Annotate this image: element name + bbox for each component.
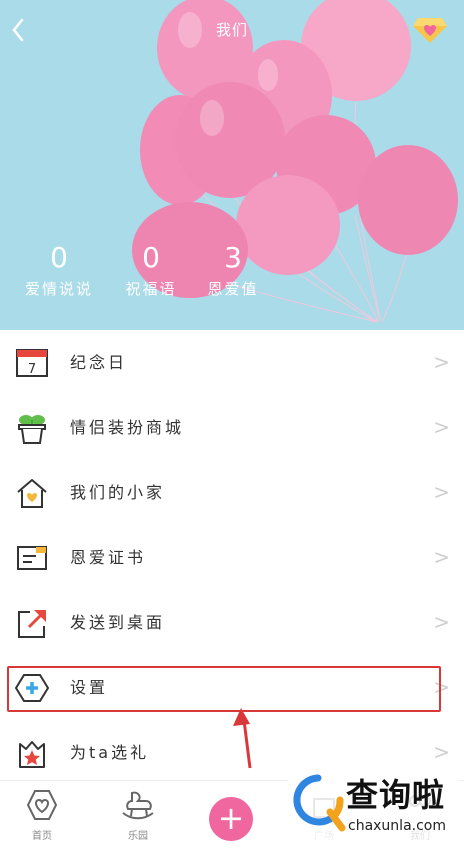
stat-love-points[interactable]: 3 恩爱值 xyxy=(178,240,288,300)
tab-label: 首页 xyxy=(32,831,52,842)
vip-button[interactable] xyxy=(412,14,448,44)
certificate-icon xyxy=(17,546,47,570)
share-arrow-icon xyxy=(18,610,46,638)
search-logo-icon xyxy=(293,774,346,832)
tab-label: 乐园 xyxy=(128,831,148,842)
heart-frame-icon xyxy=(26,790,58,820)
chevron-right-icon: > xyxy=(433,350,450,374)
add-button[interactable]: + xyxy=(209,797,253,841)
stat-value: 3 xyxy=(224,241,242,274)
calendar-day: 7 xyxy=(28,362,36,377)
annotation-arrow-icon xyxy=(233,708,252,769)
menu-item-label: 恩爱证书 xyxy=(70,548,147,567)
tab-park[interactable]: 乐园 xyxy=(106,789,170,842)
annotation-highlight-box xyxy=(7,666,441,712)
menu-item-label: 情侣装扮商城 xyxy=(70,418,185,437)
menu-item-love-certificate[interactable]: 恩爱证书 > xyxy=(0,525,464,590)
plant-pot-icon xyxy=(18,415,46,444)
menu-item-send-to-desktop[interactable]: 发送到桌面 > xyxy=(0,590,464,655)
chevron-right-icon: > xyxy=(433,610,450,634)
page-title: 我们 xyxy=(215,21,248,39)
menu-item-label: 纪念日 xyxy=(70,353,128,372)
watermark: 查询啦 chaxunla.com xyxy=(288,766,458,848)
chevron-right-icon: > xyxy=(433,415,450,439)
menu-item-our-home[interactable]: 我们的小家 > xyxy=(0,460,464,525)
chevron-right-icon: > xyxy=(433,545,450,569)
home-heart-icon xyxy=(17,479,47,508)
tab-home[interactable]: 首页 xyxy=(10,789,74,842)
profile-header: 我们 0 爱情说说 0 祝福语 3 恩爱值 xyxy=(0,0,464,330)
menu-item-label: 发送到桌面 xyxy=(70,613,166,632)
menu-item-anniversary[interactable]: 7 纪念日 > xyxy=(0,330,464,395)
watermark-url: chaxunla.com xyxy=(348,818,446,834)
gift-star-icon xyxy=(19,741,45,768)
stat-label: 恩爱值 xyxy=(207,280,259,298)
menu-item-couple-shop[interactable]: 情侣装扮商城 > xyxy=(0,395,464,460)
calendar-icon: 7 xyxy=(16,349,48,377)
rocking-horse-icon xyxy=(122,791,154,820)
watermark-text: 查询啦 xyxy=(346,776,446,814)
chevron-right-icon: > xyxy=(433,480,450,504)
menu-item-label: 我们的小家 xyxy=(70,483,166,502)
menu-item-label: 为ta选礼 xyxy=(70,743,150,762)
diamond-heart-icon xyxy=(413,18,447,43)
